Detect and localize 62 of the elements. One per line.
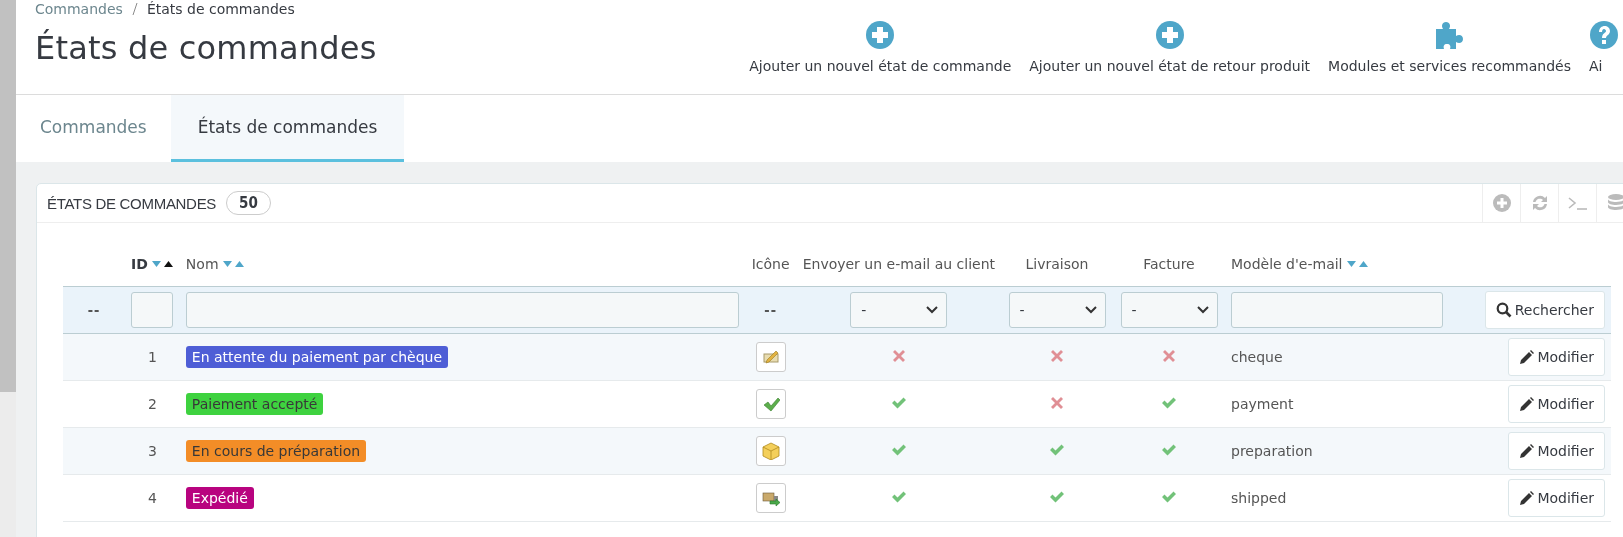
table-cell: 1 [147,349,157,365]
box-icon [761,442,780,460]
edit-button[interactable]: Modifier [1508,479,1605,517]
pencil-icon [1519,349,1535,365]
search-icon [1495,302,1512,318]
edit-button[interactable]: Modifier [1508,338,1605,376]
column-header: Nom [185,255,219,272]
edit-button[interactable]: Modifier [1508,432,1605,470]
pencil-icon [1519,396,1535,412]
filter-field[interactable] [185,292,739,328]
column-header: Facture [1143,255,1195,272]
column-header: Envoyer un e-mail au client [802,255,995,272]
add-icon [1154,20,1185,50]
toolbar-button[interactable]: Ai [1589,20,1619,94]
sort-arrows-icon[interactable] [151,259,174,268]
add-icon [865,20,896,50]
tab[interactable]: Commandes [16,95,171,162]
table-cell: 4 [147,490,157,506]
scrollbar[interactable] [0,0,16,537]
table-cell: shipped [1231,490,1287,506]
puzzle-icon [1433,20,1466,50]
tab[interactable]: États de commandes [170,95,405,162]
pencil-icon [1519,443,1535,459]
chevron-icon [926,306,939,314]
column-header: Icône [751,255,790,272]
no-filter-text: -- [87,301,101,318]
column-header: Livraison [1025,255,1089,272]
chevron-icon [1196,306,1209,314]
toolbar-button[interactable]: Ajouter un nouvel état de retour produit [1029,20,1311,94]
filter-dropdown[interactable]: - [850,292,948,328]
truck-icon [761,489,780,507]
check-icon [761,395,780,413]
toolbar-button[interactable]: Ajouter un nouvel état de commande [749,20,1012,94]
table-cell: 2 [147,396,157,412]
help-icon [1589,20,1619,50]
edit-button[interactable]: Modifier [1508,385,1605,423]
panel-title: ÉTATS DE COMMANDES [47,194,217,212]
table-cell: cheque [1231,349,1283,365]
toolbar-button[interactable]: Modules et services recommandés [1328,20,1571,94]
status-label: En attente du paiement par chèque [185,346,449,368]
status-label: Expédié [185,487,254,509]
database-icon[interactable] [1605,193,1623,213]
filter-dropdown[interactable]: - [1008,292,1106,328]
column-header: Modèle d'e-mail [1231,255,1343,272]
table-cell: 3 [147,443,157,459]
pencil-icon [1519,490,1535,506]
status-label: En cours de préparation [185,440,367,462]
filter-dropdown[interactable]: - [1120,292,1218,328]
cheque-icon [761,348,780,366]
add-icon[interactable] [1491,193,1512,213]
chevron-icon [1084,306,1097,314]
column-header: ID [131,255,148,272]
filter-field[interactable] [1231,292,1443,328]
filter-field[interactable] [131,292,174,328]
breadcrumb-link[interactable]: Commandes [35,0,123,17]
status-label: Paiement accepté [185,393,324,415]
table-cell: payment [1231,396,1294,412]
breadcrumb-separator [130,2,139,15]
search-button[interactable]: Rechercher [1484,291,1605,329]
page-title: États de commandes [35,29,377,67]
no-filter-text: -- [764,301,777,318]
table-cell: preparation [1231,443,1313,459]
